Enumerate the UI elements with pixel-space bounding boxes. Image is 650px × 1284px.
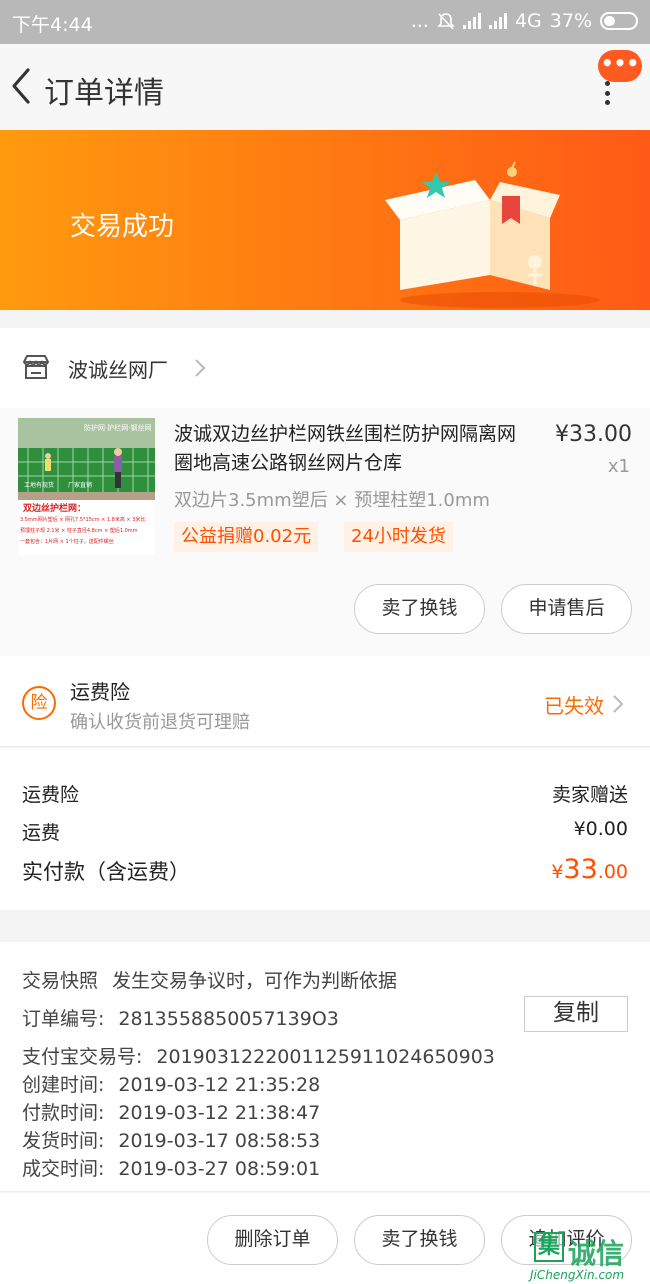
completed-row: 成交时间: 2019-03-27 08:59:01 xyxy=(22,1154,320,1181)
product-title[interactable]: 波诚双边丝护栏网铁丝围栏防护网隔离网圈地高速公路钢丝网片仓库 xyxy=(174,420,530,478)
shipped-label: 发货时间: xyxy=(22,1130,105,1152)
delete-order-button[interactable]: 删除订单 xyxy=(207,1215,338,1265)
back-arrow-icon[interactable] xyxy=(6,64,36,108)
product-quantity: x1 xyxy=(607,456,630,477)
order-number-label: 订单编号: xyxy=(22,1008,105,1030)
image-left-caption: 工地有现货 xyxy=(24,482,55,489)
order-info: 交易快照 发生交易争议时，可作为判断依据 订单编号: 281355885005713… xyxy=(0,942,650,1192)
product-price: ¥33.00 xyxy=(555,422,632,447)
status-bar: 下午4:44 ... 4G 37% xyxy=(0,0,650,44)
total-label: 实付款（含运费） xyxy=(22,860,190,884)
fee-row-total: 实付款（含运费） ¥33.00 xyxy=(22,854,628,886)
completed-label: 成交时间: xyxy=(22,1158,105,1180)
image-heading: 双边丝护栏网： xyxy=(23,504,87,514)
image-spec-line: 一套包含：1片网 × 1个柱子，送配件螺丝 xyxy=(20,539,114,545)
order-status-text: 交易成功 xyxy=(70,212,175,242)
after-sale-button[interactable]: 申请售后 xyxy=(501,584,632,634)
order-number-row: 订单编号: 2813558850057139O3 xyxy=(22,1004,339,1031)
total-currency: ¥ xyxy=(551,861,564,883)
watermark-url: JiChengXin.com xyxy=(530,1268,625,1282)
insurance-badge-icon: 险 xyxy=(22,686,56,720)
created-time: 2019-03-12 21:35:28 xyxy=(118,1074,321,1096)
product-sku: 双边片3.5mm塑后 × 预埋柱塑1.0mm xyxy=(174,490,490,511)
status-time: 下午4:44 xyxy=(12,14,93,36)
shipping-tag: 24小时发货 xyxy=(344,522,453,552)
total-dec: .00 xyxy=(597,861,628,883)
total-int: 33 xyxy=(563,854,598,885)
snapshot-label: 交易快照 xyxy=(22,970,99,992)
signal-icon-2 xyxy=(488,13,507,29)
snapshot-row[interactable]: 交易快照 发生交易争议时，可作为判断依据 xyxy=(22,966,397,993)
watermark-text: 诚信 xyxy=(568,1237,625,1270)
more-menu-icon[interactable] xyxy=(598,78,616,108)
insurance-title: 运费险 xyxy=(70,680,130,704)
shipped-row: 发货时间: 2019-03-17 08:58:53 xyxy=(22,1126,320,1153)
completed-time: 2019-03-27 08:59:01 xyxy=(118,1158,321,1180)
shop-row[interactable]: 波诚丝网厂 xyxy=(0,328,650,408)
fee-row-shipping: 运费 ¥0.00 xyxy=(22,818,628,845)
battery-icon xyxy=(600,12,638,30)
alipay-label: 支付宝交易号: xyxy=(22,1046,143,1068)
chevron-right-icon xyxy=(613,695,624,713)
signal-icon xyxy=(462,13,481,29)
fee-value: ¥0.00 xyxy=(573,818,628,840)
gift-box-illustration xyxy=(385,161,600,308)
order-number: 2813558850057139O3 xyxy=(118,1008,339,1030)
status-icons: ... 4G 37% xyxy=(411,10,638,32)
image-right-caption: 厂家直销 xyxy=(68,482,93,489)
fee-value: 卖家赠送 xyxy=(551,784,628,806)
sell-for-cash-button[interactable]: 卖了换钱 xyxy=(354,584,485,634)
paid-row: 付款时间: 2019-03-12 21:38:47 xyxy=(22,1098,320,1125)
product-image[interactable]: 防护网·护栏网·钢丝网 工地有现货 厂家直销 双边丝护栏网： 3.5mm网片塑后… xyxy=(18,418,155,555)
status-dots: ... xyxy=(410,10,429,32)
charity-tag: 公益捐赠0.02元 xyxy=(174,522,319,552)
watermark-logo-icon: 集 xyxy=(534,1232,564,1262)
battery-percent: 37% xyxy=(549,10,592,32)
copy-button[interactable]: 复制 xyxy=(524,996,628,1032)
site-watermark: 集 诚信 JiChengXin.com xyxy=(530,1230,650,1284)
total-amount: ¥33.00 xyxy=(551,854,628,885)
paid-time: 2019-03-12 21:38:47 xyxy=(118,1102,321,1124)
snapshot-desc: 发生交易争议时，可作为判断依据 xyxy=(112,970,398,992)
page-title: 订单详情 xyxy=(44,76,164,111)
nav-bar: 订单详情 ••• xyxy=(0,44,650,130)
fee-label: 运费 xyxy=(22,822,61,844)
order-status-banner: 交易成功 xyxy=(0,130,650,310)
alipay-row: 支付宝交易号: 2019031222001125911024650903 xyxy=(22,1042,495,1069)
store-icon xyxy=(23,355,49,379)
shop-name: 波诚丝网厂 xyxy=(68,358,168,382)
created-label: 创建时间: xyxy=(22,1074,105,1096)
sell-for-cash-button-bottom[interactable]: 卖了换钱 xyxy=(354,1215,485,1265)
alipay-number: 2019031222001125911024650903 xyxy=(156,1046,495,1068)
image-top-caption: 防护网·护栏网·钢丝网 xyxy=(84,424,152,432)
fee-summary: 运费险 卖家赠送 运费 ¥0.00 实付款（含运费） ¥33.00 xyxy=(0,748,650,910)
fee-label: 运费险 xyxy=(22,784,80,806)
created-row: 创建时间: 2019-03-12 21:35:28 xyxy=(22,1070,320,1097)
image-spec-line: 3.5mm网片塑后 × 网孔7.5*15cm × 1.8米高 × 3米长 xyxy=(20,517,146,523)
mute-icon xyxy=(437,13,455,30)
shipped-time: 2019-03-17 08:58:53 xyxy=(118,1130,321,1152)
paid-label: 付款时间: xyxy=(22,1102,105,1124)
insurance-subtitle: 确认收货前退货可理赔 xyxy=(70,712,250,733)
image-spec-line: 预埋柱子规 2.1米 × 柱子直径4.8cm × 塑后1.0mm xyxy=(20,528,138,534)
order-item-card: 波诚丝网厂 防护网·护栏网·钢丝网 工地有现货 厂家直销 双边丝护栏网： 3.5… xyxy=(0,328,650,656)
chevron-right-icon xyxy=(195,359,206,377)
network-type: 4G xyxy=(514,10,542,32)
image-spec-lines: 3.5mm网片塑后 × 网孔7.5*15cm × 1.8米高 × 3米长 预埋柱… xyxy=(20,516,153,549)
shipping-insurance-row[interactable]: 险 运费险 确认收货前退货可理赔 已失效 xyxy=(0,656,650,747)
insurance-status: 已失效 xyxy=(544,694,604,718)
fee-row-insurance: 运费险 卖家赠送 xyxy=(22,780,628,807)
